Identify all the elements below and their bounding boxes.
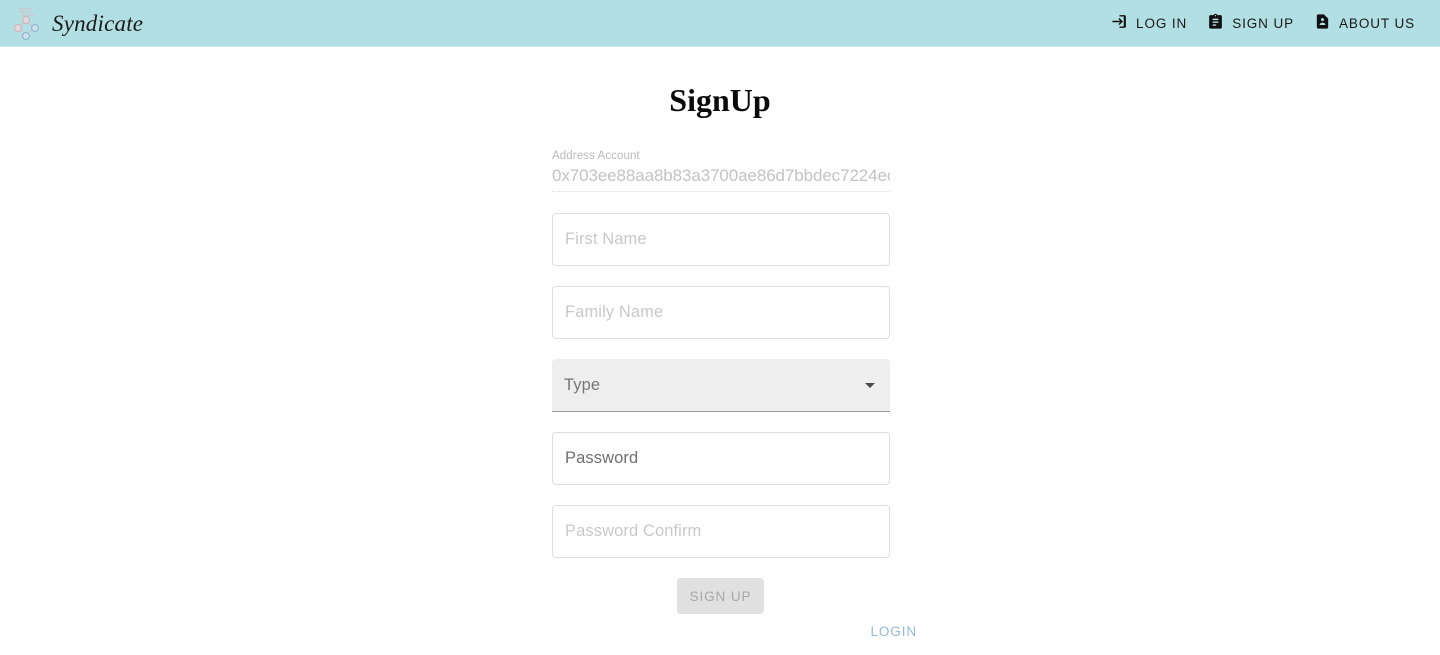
signup-form: Address Account 0x703ee88aa8b83a3700ae86… xyxy=(552,150,916,650)
signup-page: SignUp Address Account 0x703ee88aa8b83a3… xyxy=(0,47,1440,650)
password-confirm-input[interactable]: Password Confirm xyxy=(552,505,890,558)
first-name-placeholder: First Name xyxy=(565,230,647,248)
nav-item-label: ABOUT US xyxy=(1339,16,1415,31)
chevron-down-icon xyxy=(865,382,875,388)
address-account-label: Address Account xyxy=(552,150,640,162)
password-confirm-placeholder: Password Confirm xyxy=(565,522,702,540)
password-input[interactable]: Password xyxy=(552,432,890,485)
address-account-field: Address Account 0x703ee88aa8b83a3700ae86… xyxy=(552,150,890,192)
contact-document-icon xyxy=(1314,13,1331,35)
top-navbar: Syndicate LOG IN SIGN UP ABOUT US xyxy=(0,0,1440,47)
type-select[interactable]: Type xyxy=(552,359,890,412)
brand[interactable]: Syndicate xyxy=(10,5,143,43)
clipboard-icon xyxy=(1207,13,1224,35)
login-link[interactable]: LOGIN xyxy=(864,620,923,643)
family-name-input[interactable]: Family Name xyxy=(552,286,890,339)
brand-name: Syndicate xyxy=(52,11,144,36)
login-arrow-icon xyxy=(1111,13,1128,35)
page-title: SignUp xyxy=(669,82,771,118)
nav-item-label: LOG IN xyxy=(1136,16,1188,31)
network-graph-icon xyxy=(10,5,42,43)
form-actions: SIGN UP LOGIN xyxy=(552,578,916,650)
first-name-input[interactable]: First Name xyxy=(552,213,890,266)
nav-links: LOG IN SIGN UP ABOUT US xyxy=(1101,7,1428,41)
nav-item-log-in[interactable]: LOG IN xyxy=(1101,7,1197,41)
nav-item-label: SIGN UP xyxy=(1232,16,1295,31)
nav-item-about-us[interactable]: ABOUT US xyxy=(1304,7,1425,41)
password-placeholder: Password xyxy=(565,449,639,467)
family-name-placeholder: Family Name xyxy=(565,303,664,321)
type-select-value: Type xyxy=(564,375,601,394)
address-account-value: 0x703ee88aa8b83a3700ae86d7bbdec7224ecd19 xyxy=(552,165,890,192)
sign-up-button[interactable]: SIGN UP xyxy=(677,578,764,614)
nav-item-sign-up[interactable]: SIGN UP xyxy=(1197,7,1304,41)
